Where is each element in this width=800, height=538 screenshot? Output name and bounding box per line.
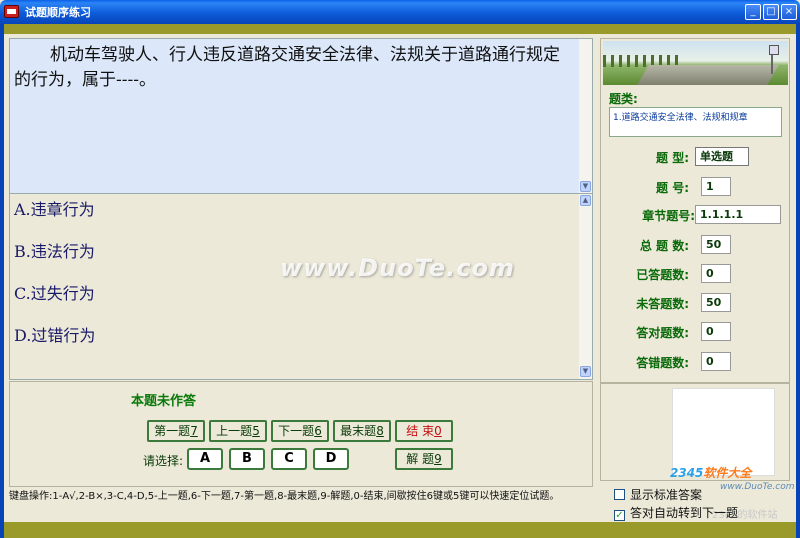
question-panel: 机动车驾驶人、行人违反道路交通安全法律、法规关于道路通行规定的行为，属于----… (9, 38, 593, 194)
question-image (672, 388, 775, 476)
type-value: 单选题 (695, 147, 749, 166)
category-value: 1.道路交通安全法律、法规和规章 (609, 107, 782, 137)
options-panel: A.违章行为 B.违法行为 C.过失行为 D.过错行为 ▲ ▼ (9, 194, 593, 380)
category-label: 题类: (609, 92, 638, 106)
show-answer-checkbox[interactable]: 显示标准答案 (614, 486, 702, 503)
option-b[interactable]: B.违法行为 (14, 238, 95, 262)
first-question-button[interactable]: 第一题7 (147, 420, 205, 442)
total-value: 50 (701, 235, 731, 254)
app-icon (4, 5, 19, 18)
prev-question-button[interactable]: 上一题5 (209, 420, 267, 442)
bottom-stripe (0, 522, 800, 538)
solve-button[interactable]: 解 题9 (395, 448, 453, 470)
type-label: 题 型: (656, 151, 689, 165)
end-button[interactable]: 结 束0 (395, 420, 453, 442)
next-question-button[interactable]: 下一题6 (271, 420, 329, 442)
unanswered-value: 50 (701, 293, 731, 312)
correct-value: 0 (701, 322, 731, 341)
brand-url: www.DuoTe.com (720, 482, 795, 492)
choice-a-button[interactable]: A (187, 448, 223, 470)
scroll-up-icon[interactable]: ▲ (580, 195, 591, 206)
minimize-button[interactable]: _ (745, 4, 761, 20)
chapter-number-value: 1.1.1.1 (695, 205, 781, 224)
question-scrollbar[interactable]: ▼ (579, 39, 592, 193)
option-d[interactable]: D.过错行为 (14, 322, 95, 346)
chapter-number-label: 章节题号: (642, 209, 695, 223)
window-frame-left (0, 24, 4, 538)
unanswered-label: 未答题数: (636, 297, 689, 311)
close-button[interactable]: × (781, 4, 797, 20)
top-stripe (0, 24, 800, 34)
option-c[interactable]: C.过失行为 (14, 280, 95, 304)
checkbox-icon[interactable] (614, 489, 625, 500)
option-a[interactable]: A.违章行为 (14, 196, 95, 220)
maximize-button[interactable]: □ (763, 4, 779, 20)
select-label: 请选择: (143, 454, 184, 468)
scroll-down-icon[interactable]: ▼ (580, 366, 591, 377)
keyboard-help-text: 键盘操作:1-A√,2-B×,3-C,4-D,5-上一题,6-下一题,7-第一题… (9, 491, 560, 502)
wrong-value: 0 (701, 352, 731, 371)
wrong-label: 答错题数: (636, 356, 689, 370)
choice-d-button[interactable]: D (313, 448, 349, 470)
title-bar[interactable]: 试题顺序练习 _ □ × (0, 0, 800, 24)
info-panel: 题类: 1.道路交通安全法律、法规和规章 题 型: 单选题 题 号: 1 章节题… (600, 38, 790, 383)
choice-b-button[interactable]: B (229, 448, 265, 470)
answered-value: 0 (701, 264, 731, 283)
last-question-button[interactable]: 最末题8 (333, 420, 391, 442)
scroll-down-icon[interactable]: ▼ (580, 181, 591, 192)
controls-panel: 本题未作答 第一题7 上一题5 下一题6 最末题8 结 束0 请选择: A B … (9, 381, 593, 487)
brand-logo: 2345软件大全 (670, 466, 752, 480)
window-title: 试题顺序练习 (25, 6, 91, 19)
window-frame-right (796, 24, 800, 538)
choice-c-button[interactable]: C (271, 448, 307, 470)
road-scenery-image (603, 41, 788, 85)
total-label: 总 题 数: (639, 239, 689, 253)
answer-status: 本题未作答 (131, 394, 197, 409)
auto-next-checkbox[interactable]: ✓ 答对自动转到下一题 (614, 504, 738, 521)
answered-label: 已答题数: (636, 268, 689, 282)
options-scrollbar[interactable]: ▲ ▼ (579, 194, 592, 379)
correct-label: 答对题数: (636, 326, 689, 340)
checkmark-icon[interactable]: ✓ (614, 510, 625, 521)
question-text: 机动车驾驶人、行人违反道路交通安全法律、法规关于道路通行规定的行为，属于----… (14, 45, 560, 90)
watermark: www.DuoTe.com (280, 254, 515, 282)
number-value: 1 (701, 177, 731, 196)
number-label: 题 号: (656, 181, 689, 195)
